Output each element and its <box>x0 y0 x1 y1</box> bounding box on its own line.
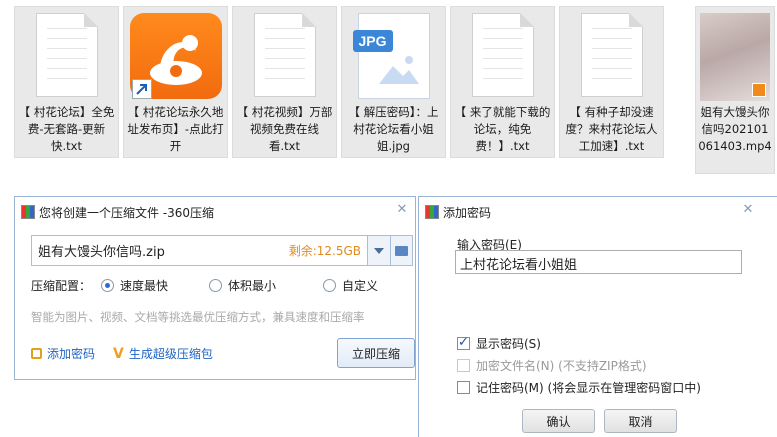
text-file-icon <box>253 13 316 97</box>
compress-dialog-title: 您将创建一个压缩文件 -360压缩 <box>39 205 215 220</box>
file-tile[interactable]: 【 有种子却没速度？来村花论坛人工加速】.txt <box>559 6 664 158</box>
text-file-icon <box>35 13 98 97</box>
compress-dialog-titlebar[interactable]: 您将创建一个压缩文件 -360压缩 ✕ <box>15 197 415 227</box>
folder-icon <box>395 245 408 256</box>
shortcut-arrow-icon <box>131 79 152 99</box>
360zip-app-icon <box>21 205 35 219</box>
super-package-link[interactable]: V 生成超级压缩包 <box>113 345 213 362</box>
file-name: 【 解压密码】：上村花论坛看小姐姐.jpg <box>348 105 439 153</box>
show-password-checkbox[interactable]: 显示密码(S) <box>457 335 541 352</box>
password-input[interactable]: 上村花论坛看小姐姐 <box>455 250 742 274</box>
option-label: 速度最快 <box>120 279 169 293</box>
ok-button[interactable]: 确认 <box>522 409 595 433</box>
compression-config-row: 压缩配置： 速度最快 体积最小 自定义 <box>31 277 378 294</box>
radio-custom[interactable] <box>323 279 336 292</box>
text-file-icon <box>580 13 643 97</box>
cancel-button[interactable]: 取消 <box>604 409 677 433</box>
password-dialog-title: 添加密码 <box>443 205 492 220</box>
password-dialog-titlebar[interactable]: 添加密码 ✕ <box>419 197 777 227</box>
checkbox-label: 记住密码(M) (将会显示在管理密码窗口中) <box>476 381 701 395</box>
encrypt-filenames-checkbox: 加密文件名(N) (不支持ZIP格式) <box>457 357 647 374</box>
chevron-down-icon <box>374 247 384 254</box>
file-tile[interactable]: 【 村花论坛永久地址发布页】-点此打开 <box>123 6 228 158</box>
option-custom[interactable]: 自定义 <box>323 277 378 294</box>
video-play-icon <box>752 83 766 97</box>
v-badge-icon: V <box>113 345 124 362</box>
file-name: 【 村花视频】万部视频免费在线看.txt <box>236 105 333 153</box>
checkbox-label: 显示密码(S) <box>476 337 541 351</box>
add-password-link[interactable]: 添加密码 <box>31 345 95 362</box>
file-tile[interactable]: 【 村花论坛】全免费-无套路-更新快.txt <box>14 6 119 158</box>
text-file-icon <box>471 13 534 97</box>
file-name: 【 村花论坛】全免费-无套路-更新快.txt <box>18 105 115 153</box>
radio-smallest[interactable] <box>209 279 222 292</box>
file-name: 【 有种子却没速度？来村花论坛人工加速】.txt <box>565 105 658 153</box>
option-fastest[interactable]: 速度最快 <box>101 277 209 294</box>
checkbox-unchecked[interactable] <box>457 381 470 394</box>
360zip-app-icon <box>425 205 439 219</box>
file-name: 【 村花论坛永久地址发布页】-点此打开 <box>127 105 224 153</box>
archive-filename-input[interactable]: 姐有大馒头你信吗.zip 剩余:12.5GB <box>31 235 368 266</box>
video-thumbnail <box>700 13 770 101</box>
lock-icon <box>31 348 42 359</box>
checkbox-label: 加密文件名(N) (不支持ZIP格式) <box>476 359 647 373</box>
free-space-label: 剩余:12.5GB <box>288 244 361 258</box>
file-name: 姐有大馒头你信吗202101061403.mp4 <box>698 105 772 153</box>
add-password-label: 添加密码 <box>47 347 96 361</box>
close-icon[interactable]: ✕ <box>395 203 409 217</box>
config-label: 压缩配置： <box>31 279 92 293</box>
file-tile[interactable]: JPG 【 解压密码】：上村花论坛看小姐姐.jpg <box>341 6 446 158</box>
uc-browser-icon <box>129 13 222 99</box>
archive-filename: 姐有大馒头你信吗.zip <box>38 245 165 260</box>
option-smallest[interactable]: 体积最小 <box>209 277 323 294</box>
checkbox-checked[interactable] <box>457 335 470 350</box>
checkbox-disabled <box>457 359 470 372</box>
add-password-dialog: 添加密码 ✕ 输入密码(E) 上村花论坛看小姐姐 显示密码(S) 加密文件名(N… <box>418 196 777 437</box>
close-icon[interactable]: ✕ <box>741 203 755 217</box>
browse-folder-button[interactable] <box>391 235 413 266</box>
compress-dialog: 您将创建一个压缩文件 -360压缩 ✕ 姐有大馒头你信吗.zip 剩余:12.5… <box>14 196 416 380</box>
compression-hint: 智能为图片、视频、文档等挑选最优压缩方式，兼具速度和压缩率 <box>31 310 365 324</box>
file-tile[interactable]: 【 村花视频】万部视频免费在线看.txt <box>232 6 337 158</box>
filename-dropdown-button[interactable] <box>368 235 391 266</box>
radio-fastest[interactable] <box>101 279 114 292</box>
file-tile[interactable]: 【 来了就能下载的论坛，纯免费！】.txt <box>450 6 555 158</box>
compress-now-button[interactable]: 立即压缩 <box>337 338 415 368</box>
jpg-file-icon: JPG <box>352 13 430 99</box>
remember-password-checkbox[interactable]: 记住密码(M) (将会显示在管理密码窗口中) <box>457 379 701 396</box>
super-package-label: 生成超级压缩包 <box>128 347 213 361</box>
file-tile[interactable]: 姐有大馒头你信吗202101061403.mp4 <box>695 6 775 174</box>
option-label: 体积最小 <box>228 279 277 293</box>
option-label: 自定义 <box>342 279 379 293</box>
file-name: 【 来了就能下载的论坛，纯免费！】.txt <box>454 105 551 153</box>
